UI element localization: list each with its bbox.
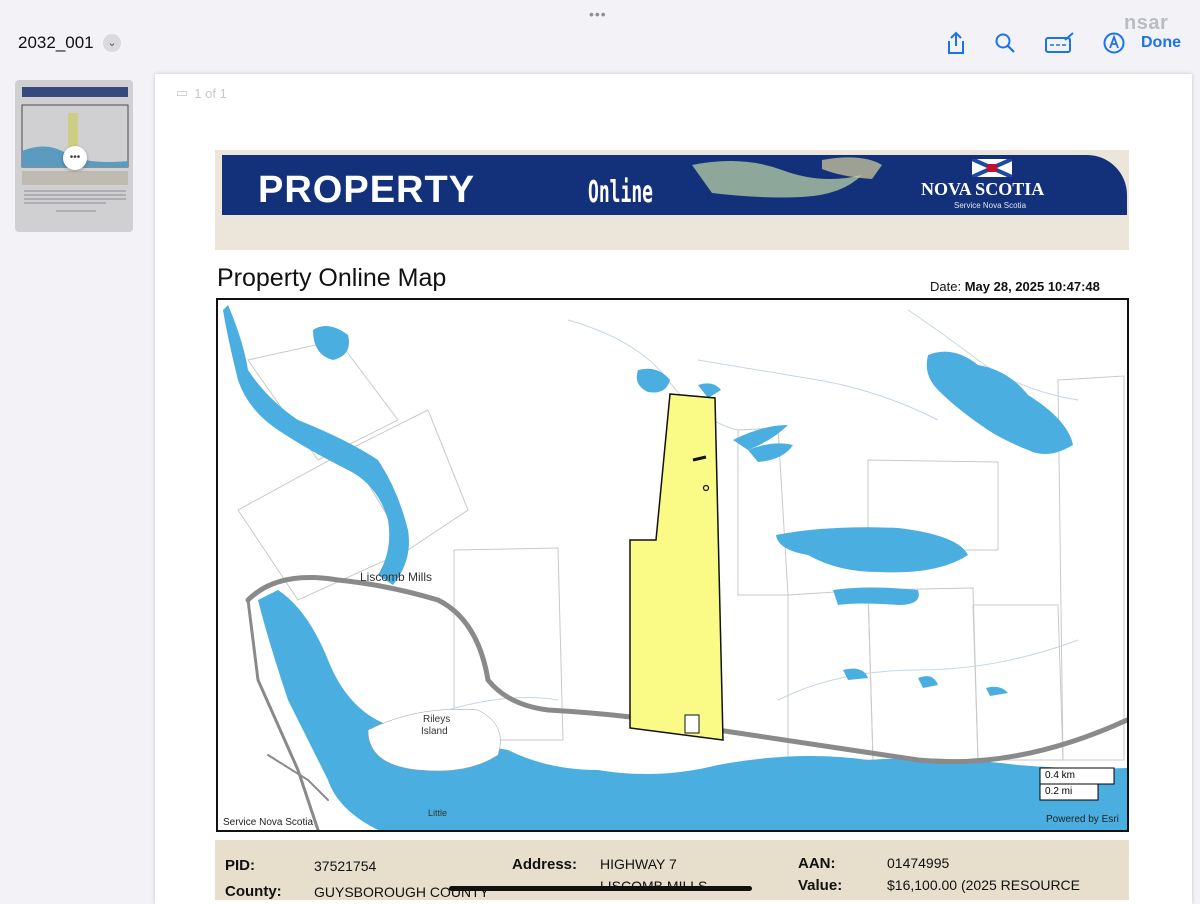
more-options-icon[interactable]: ••• bbox=[63, 146, 87, 170]
county-label: County: bbox=[225, 883, 282, 900]
pid-value: 37521754 bbox=[314, 858, 377, 874]
banner-title-online: Online bbox=[588, 175, 654, 210]
map-date: Date: May 28, 2025 10:47:48 bbox=[930, 279, 1100, 294]
value-label: Value: bbox=[798, 877, 843, 894]
aan-value: 01474995 bbox=[887, 855, 950, 871]
nsar-watermark: nsar bbox=[1124, 12, 1169, 34]
property-info-table: PID: 37521754 County: GUYSBOROUGH COUNTY… bbox=[215, 840, 1129, 900]
map-credit-left: Service Nova Scotia bbox=[223, 817, 314, 828]
banner-org-subtitle: Service Nova Scotia bbox=[954, 201, 1027, 210]
scale-km-label: 0.4 km bbox=[1045, 770, 1076, 781]
page-thumbnail[interactable]: ••• bbox=[15, 80, 133, 232]
share-icon[interactable] bbox=[943, 30, 969, 56]
chevron-down-icon[interactable]: ⌄ bbox=[103, 34, 121, 52]
place-label-rileys: Rileys bbox=[423, 714, 451, 725]
nova-scotia-flag-icon bbox=[972, 159, 1012, 177]
banner-blue-band: PROPERTY Online NOVA SCOTIA Service Nova… bbox=[222, 155, 1127, 215]
parcel-inholding bbox=[684, 714, 700, 734]
map-title: Property Online Map bbox=[217, 264, 447, 292]
page-count-text: 1 of 1 bbox=[194, 85, 227, 101]
window-grabber[interactable]: ••• bbox=[589, 6, 607, 22]
pid-label: PID: bbox=[225, 857, 255, 874]
date-label: Date: bbox=[930, 279, 962, 294]
property-map[interactable]: Liscomb Mills Rileys Island Little 0.4 k… bbox=[216, 298, 1129, 832]
aan-label: AAN: bbox=[798, 855, 836, 872]
property-online-banner: PROPERTY Online NOVA SCOTIA Service Nova… bbox=[215, 150, 1129, 250]
place-label-little: Little bbox=[428, 808, 448, 818]
map-canvas bbox=[223, 305, 1127, 830]
address-label: Address: bbox=[512, 856, 578, 873]
banner-org-name: NOVA SCOTIA bbox=[921, 179, 1045, 199]
search-icon[interactable] bbox=[992, 30, 1018, 56]
address-line1: HIGHWAY 7 bbox=[600, 856, 677, 872]
subject-parcel bbox=[629, 393, 724, 741]
place-label-island: Island bbox=[421, 726, 448, 737]
home-indicator[interactable] bbox=[449, 886, 752, 891]
done-button[interactable]: Done bbox=[1141, 34, 1181, 52]
top-toolbar: ••• 2032_001 ⌄ nsar Done bbox=[0, 0, 1200, 70]
sidebar-toggle-icon[interactable]: ▭ bbox=[176, 85, 188, 101]
scale-mi-label: 0.2 mi bbox=[1045, 786, 1073, 797]
markup-icon[interactable] bbox=[1045, 30, 1075, 56]
banner-title-property: PROPERTY bbox=[258, 169, 476, 211]
map-credit-right: Powered by Esri bbox=[1046, 814, 1119, 825]
document-title[interactable]: 2032_001 bbox=[18, 33, 94, 53]
page-count-indicator: ▭ 1 of 1 bbox=[176, 85, 227, 101]
date-value: May 28, 2025 10:47:48 bbox=[964, 279, 1100, 294]
place-label-liscomb-mills: Liscomb Mills bbox=[360, 570, 433, 584]
value-value: $16,100.00 (2025 RESOURCE bbox=[887, 877, 1080, 893]
